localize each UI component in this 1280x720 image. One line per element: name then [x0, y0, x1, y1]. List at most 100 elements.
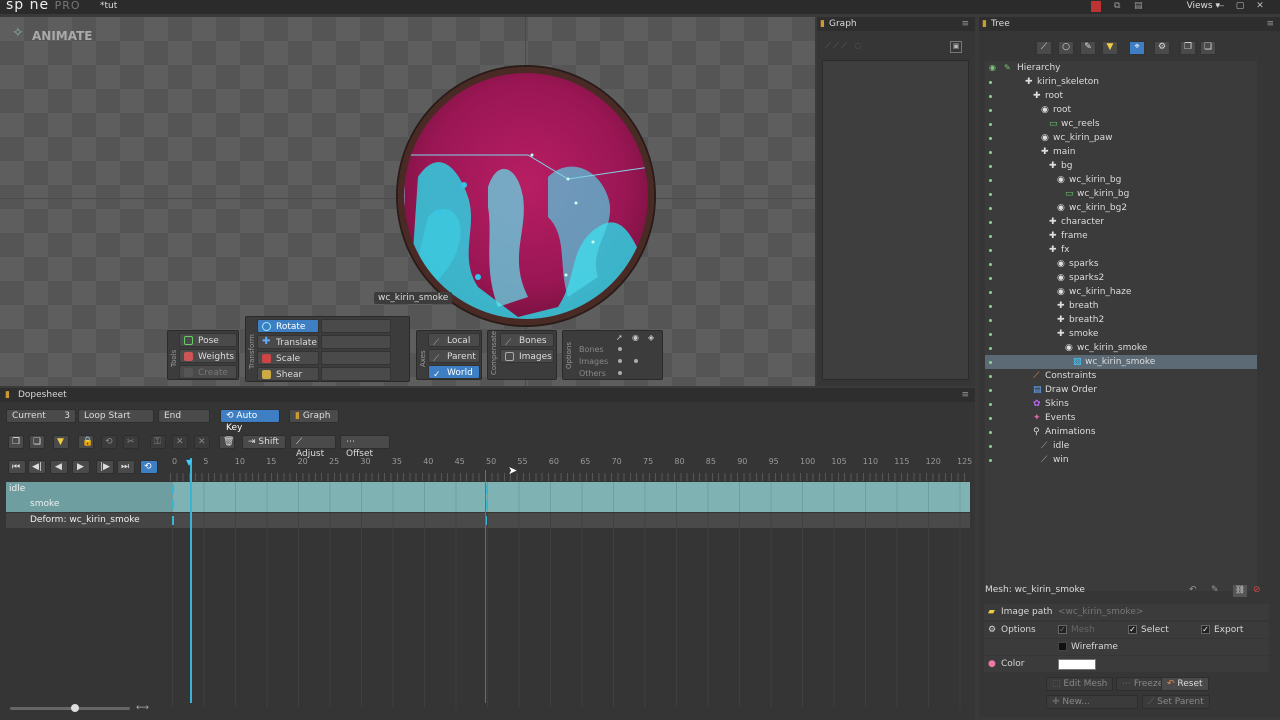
visibility-toggle[interactable] — [989, 263, 992, 266]
inspector-delete-icon[interactable]: ⊘ — [1253, 585, 1261, 595]
minimize-icon[interactable]: — — [1214, 1, 1226, 12]
tree-item[interactable]: ◉ sparks — [985, 257, 1257, 271]
kirin-bg-orb[interactable] — [398, 67, 654, 325]
image-path-field[interactable]: <wc_kirin_smoke> — [1058, 604, 1143, 620]
color-swatch[interactable] — [1058, 659, 1096, 670]
local-axis-button[interactable]: ⟋ Local — [428, 333, 480, 348]
visibility-toggle[interactable] — [989, 179, 992, 182]
visibility-toggle[interactable] — [989, 81, 992, 84]
playhead-line[interactable] — [190, 458, 192, 703]
create-tool-button[interactable]: Create — [179, 365, 237, 379]
playhead-marker[interactable]: ▼ — [186, 458, 192, 467]
visibility-toggle[interactable] — [989, 403, 992, 406]
export-checkbox[interactable]: ✓ Export — [1201, 622, 1243, 638]
tree-filter-slots-icon[interactable]: ○ — [1058, 41, 1074, 55]
track-label[interactable]: Deform: wc_kirin_smoke — [6, 513, 172, 528]
zoom-fit-icon[interactable]: ⟷ — [136, 703, 149, 713]
tree-item[interactable]: ✚ main — [985, 145, 1257, 159]
viewport[interactable]: ✧ ANIMATE wc_kirin_smoke Tools Pose Weig… — [0, 17, 815, 386]
tree-item[interactable]: ✚ root — [985, 89, 1257, 103]
rotate-tool-button[interactable]: Rotate — [257, 319, 319, 333]
visibility-toggle[interactable] — [989, 305, 992, 308]
tree-sync-icon[interactable]: ⌖ — [1129, 41, 1145, 55]
visibility-toggle[interactable] — [989, 319, 992, 322]
tree-item[interactable]: ▨ wc_kirin_smoke — [985, 355, 1257, 369]
graph-toggle-button[interactable]: ▮ Graph — [289, 409, 339, 423]
auto-key-button[interactable]: ⟲ Auto Key — [220, 409, 280, 433]
close-icon[interactable]: ✕ — [1254, 1, 1266, 12]
tree-item[interactable]: ✚ kirin_skeleton — [985, 75, 1257, 89]
ds-copy-icon[interactable]: ❐ — [8, 435, 24, 449]
visibility-toggle[interactable] — [989, 221, 992, 224]
tree-item[interactable]: ✚ character — [985, 215, 1257, 229]
compensate-images-button[interactable]: Images — [500, 349, 554, 363]
track-frames[interactable] — [172, 497, 970, 512]
shear-value-field[interactable] — [321, 367, 391, 381]
visibility-toggle[interactable] — [989, 417, 992, 420]
hierarchy-eye-icon[interactable]: ◉ — [989, 61, 996, 75]
visibility-toggle[interactable] — [989, 277, 992, 280]
dopesheet-track[interactable]: Deform: wc_kirin_smoke — [6, 513, 970, 528]
go-to-end-icon[interactable]: ⏭ — [117, 460, 135, 474]
next-frame-icon[interactable]: |▶ — [96, 460, 114, 474]
tree-item[interactable]: ◉ wc_kirin_bg — [985, 173, 1257, 187]
tree-item[interactable]: ✚ breath2 — [985, 313, 1257, 327]
record-icon[interactable] — [1091, 1, 1101, 12]
compensate-bones-button[interactable]: ⟋ Bones — [500, 333, 554, 348]
graph-frame-icon[interactable]: ▣ — [950, 41, 962, 53]
visibility-toggle[interactable] — [989, 95, 992, 98]
visibility-toggle[interactable] — [989, 137, 992, 140]
bones-select-toggle[interactable] — [618, 347, 622, 351]
tree-item[interactable]: ◉ wc_kirin_bg2 — [985, 201, 1257, 215]
visibility-toggle[interactable] — [989, 431, 992, 434]
tree-item[interactable]: ✚ bg — [985, 159, 1257, 173]
timeline-grid[interactable] — [172, 527, 970, 707]
edit-mesh-button[interactable]: ⬚ Edit Mesh — [1046, 677, 1114, 691]
pose-tool-button[interactable]: Pose — [179, 333, 237, 347]
keyframe[interactable] — [172, 500, 174, 509]
inspector-key-icon[interactable]: ✎ — [1211, 585, 1219, 595]
visibility-toggle[interactable] — [989, 445, 992, 448]
tree-item[interactable]: ✚ smoke — [985, 327, 1257, 341]
visibility-toggle[interactable] — [989, 165, 992, 168]
visibility-toggle[interactable] — [989, 459, 992, 462]
tree-item[interactable]: ◉ wc_kirin_haze — [985, 285, 1257, 299]
track-frames[interactable] — [172, 482, 970, 497]
tree-item[interactable]: ✚ breath — [985, 299, 1257, 313]
tree-item[interactable]: ◉ sparks2 — [985, 271, 1257, 285]
set-parent-button[interactable]: ⟋ Set Parent — [1142, 695, 1210, 709]
tree-filter-icon[interactable]: ▼ — [1102, 41, 1118, 55]
scale-value-field[interactable] — [321, 351, 391, 365]
graph-panel-menu-icon[interactable]: ≡ — [961, 17, 969, 31]
tree-panel-menu-icon[interactable]: ≡ — [1266, 17, 1274, 31]
ds-cut-icon[interactable]: ✂ — [123, 435, 139, 449]
options-cursor-icon[interactable]: ➚ — [616, 333, 623, 342]
tree-item[interactable]: ▭ wc_kirin_bg — [985, 187, 1257, 201]
tree-item[interactable]: ⟋ Constraints — [985, 369, 1257, 383]
visibility-toggle[interactable] — [989, 123, 992, 126]
visibility-toggle[interactable] — [989, 151, 992, 154]
tree-item[interactable]: ✦ Events — [985, 411, 1257, 425]
tree-copy-icon[interactable]: ❐ — [1180, 41, 1196, 55]
track-frames[interactable] — [172, 513, 970, 528]
dopesheet-track[interactable]: idle — [6, 482, 970, 497]
previous-frame-icon[interactable]: ◀| — [28, 460, 46, 474]
tree-item[interactable]: ▤ Draw Order — [985, 383, 1257, 397]
loop-end-marker[interactable] — [485, 470, 486, 703]
visibility-toggle[interactable] — [989, 207, 992, 210]
tree-item[interactable]: ⚲ Animations — [985, 425, 1257, 439]
graph-area[interactable] — [822, 60, 969, 380]
ds-delete-icon[interactable]: 🗑 — [219, 435, 235, 449]
inspector-link-icon[interactable]: ⛓ — [1233, 585, 1247, 597]
world-axis-button[interactable]: ✓ World — [428, 365, 480, 380]
visibility-toggle[interactable] — [989, 333, 992, 336]
tree-item[interactable]: ✚ fx — [985, 243, 1257, 257]
tree-filter-attachments-icon[interactable]: ✎ — [1080, 41, 1096, 55]
mesh-checkbox[interactable]: ✓ Mesh — [1058, 622, 1095, 638]
tree-filter-bones-icon[interactable]: ⟋ — [1036, 41, 1052, 55]
play-reverse-icon[interactable]: ◀ — [50, 460, 68, 474]
reset-button[interactable]: ↶ Reset — [1161, 677, 1209, 691]
current-frame-field[interactable]: Current 3 — [6, 409, 76, 423]
ds-loop-icon[interactable]: ⟲ — [101, 435, 117, 449]
others-select-toggle[interactable] — [618, 371, 622, 375]
